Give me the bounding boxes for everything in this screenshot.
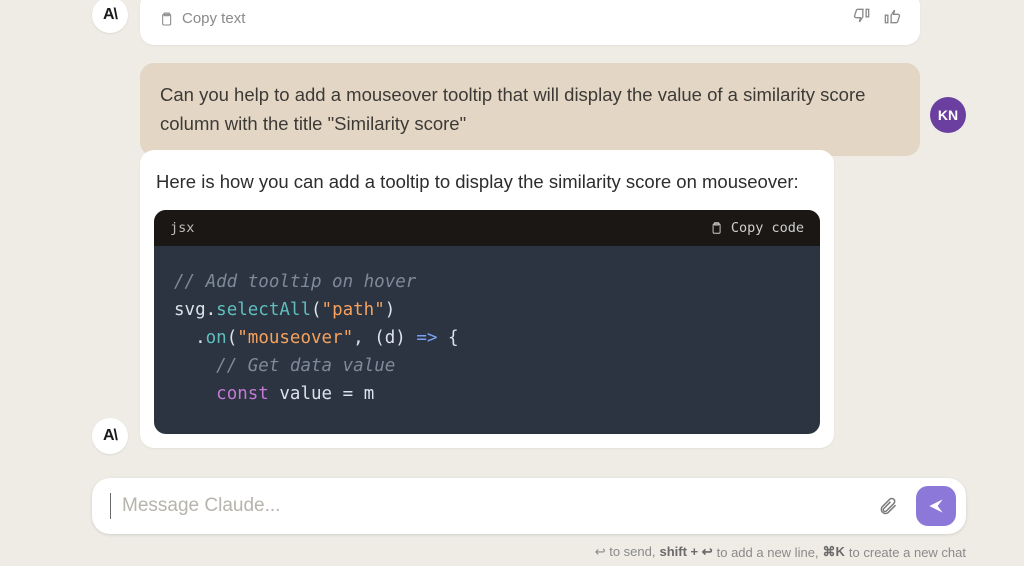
code-token: , — [353, 328, 374, 348]
clipboard-icon — [158, 11, 174, 27]
user-avatar: KN — [930, 97, 966, 133]
code-language-label: jsx — [170, 220, 194, 236]
code-token: svg — [174, 300, 206, 320]
code-token: ( — [311, 300, 322, 320]
anthropic-avatar: A\ — [92, 418, 128, 454]
code-token: "mouseover" — [237, 328, 353, 348]
anthropic-avatar: A\ — [92, 0, 128, 33]
paperclip-icon — [878, 496, 898, 516]
code-token: "path" — [322, 300, 385, 320]
assistant-message-actions: Copy text — [140, 0, 920, 45]
user-message: Can you help to add a mouseover tooltip … — [140, 63, 920, 156]
code-comment: // Add tooltip on hover — [174, 272, 416, 292]
send-icon — [926, 496, 946, 516]
composer — [92, 478, 966, 534]
code-token: => — [406, 328, 448, 348]
code-token: . — [195, 328, 206, 348]
anthropic-logo-glyph: A\ — [103, 6, 117, 24]
assistant-intro-text: Here is how you can add a tooltip to dis… — [154, 164, 820, 210]
thumbs-up-icon — [882, 6, 902, 26]
attach-button[interactable] — [870, 488, 906, 524]
thumbs-down-button[interactable] — [852, 6, 872, 31]
code-block-body: // Add tooltip on hover svg.selectAll("p… — [154, 246, 820, 434]
anthropic-logo-glyph: A\ — [103, 427, 117, 445]
code-comment: // Get data value — [216, 356, 395, 376]
code-token: on — [206, 328, 227, 348]
hint-text: to create a new chat — [849, 545, 966, 560]
thumbs-up-button[interactable] — [882, 6, 902, 31]
clipboard-icon — [709, 221, 723, 235]
code-block: jsx Copy code // Add tooltip on hover sv… — [154, 210, 820, 434]
code-token — [269, 384, 280, 404]
code-token: = — [332, 384, 364, 404]
copy-text-label: Copy text — [182, 10, 245, 27]
code-token — [174, 356, 216, 376]
hint-text: to add a new line, — [717, 545, 819, 560]
code-token: ) — [385, 300, 396, 320]
code-token: m — [364, 384, 375, 404]
code-token: (d) — [374, 328, 406, 348]
user-avatar-initials: KN — [938, 107, 958, 123]
code-token: selectAll — [216, 300, 311, 320]
code-token: value — [279, 384, 332, 404]
copy-code-button[interactable]: Copy code — [709, 220, 804, 236]
feedback-buttons — [852, 6, 902, 31]
code-token: const — [216, 384, 269, 404]
code-token — [174, 384, 216, 404]
hint-text: ↩ to send, — [595, 544, 656, 560]
code-token: . — [206, 300, 217, 320]
hint-text: ⌘K — [823, 544, 845, 560]
code-token: ( — [227, 328, 238, 348]
copy-code-label: Copy code — [731, 220, 804, 236]
send-button[interactable] — [916, 486, 956, 526]
code-token — [174, 328, 195, 348]
text-caret — [110, 493, 111, 519]
code-block-header: jsx Copy code — [154, 210, 820, 246]
copy-text-button[interactable]: Copy text — [158, 10, 245, 27]
thumbs-down-icon — [852, 6, 872, 26]
user-message-text: Can you help to add a mouseover tooltip … — [160, 84, 865, 134]
hint-text: shift + ↩ — [659, 544, 712, 560]
assistant-message: Here is how you can add a tooltip to dis… — [140, 150, 834, 448]
composer-hint: ↩ to send, shift + ↩ to add a new line, … — [92, 544, 966, 560]
code-token: { — [448, 328, 459, 348]
composer-input[interactable] — [120, 494, 860, 518]
